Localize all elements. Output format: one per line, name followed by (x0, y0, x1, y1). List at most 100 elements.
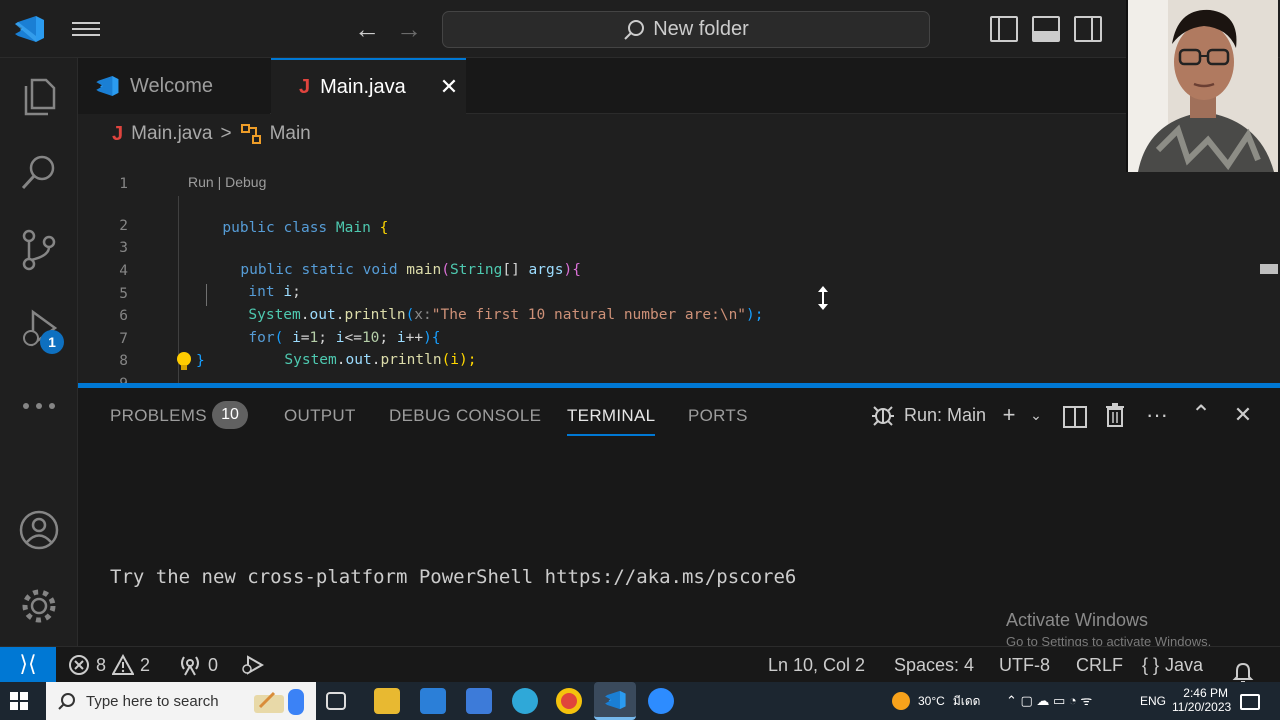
search-sidebar-icon[interactable] (0, 142, 78, 202)
tab-welcome[interactable]: Welcome (78, 58, 270, 114)
ports-status[interactable]: 0 (178, 647, 218, 683)
encoding-setting[interactable]: UTF-8 (999, 647, 1050, 683)
more-views-icon[interactable] (0, 376, 78, 436)
tab-output[interactable]: OUTPUT (284, 406, 356, 426)
back-arrow-icon[interactable]: ← (352, 14, 382, 44)
tab-label: Main.java (320, 75, 406, 98)
warning-icon (112, 654, 135, 675)
search-highlight-icon (254, 689, 304, 715)
split-terminal-icon[interactable] (1063, 404, 1087, 430)
indentation-setting[interactable]: Spaces: 4 (894, 647, 974, 683)
vscode-logo-icon[interactable] (12, 14, 46, 44)
java-file-icon: J (112, 122, 124, 145)
code-line[interactable]: 8 System.out.println(); (78, 328, 1258, 369)
source-control-icon[interactable] (0, 220, 78, 280)
lightbulb-icon[interactable] (174, 351, 194, 373)
problems-count-badge: 10 (212, 401, 248, 429)
error-count: 8 (96, 655, 107, 675)
windows-start-icon[interactable] (10, 692, 28, 710)
explorer-icon[interactable] (0, 66, 78, 126)
toggle-panel-icon[interactable] (1032, 16, 1060, 42)
store-icon[interactable] (466, 688, 492, 714)
terminal-output[interactable]: Try the new cross-platform PowerShell ht… (110, 566, 796, 588)
mail-icon[interactable] (420, 688, 446, 714)
breadcrumb-separator: > (220, 123, 232, 144)
language-label: Java (1165, 655, 1204, 675)
notification-center-icon[interactable] (1240, 694, 1260, 710)
code-line[interactable]: 1 public class Main { (78, 151, 1258, 236)
tray-icons[interactable]: ⌃ ▢ ☁ ▭ ◔ ᯤ (1006, 682, 1092, 720)
problems-status[interactable]: 8 2 (68, 647, 150, 683)
code-line[interactable]: 4 System.out.println(x:"The first 10 nat… (78, 238, 1258, 323)
tab-terminal[interactable]: TERMINAL (567, 406, 656, 436)
tab-label: Welcome (130, 74, 213, 97)
vscode-taskbar-icon[interactable] (594, 682, 636, 720)
search-icon (624, 19, 645, 40)
tab-problems[interactable]: PROBLEMS (110, 406, 207, 426)
webcam-overlay (1126, 0, 1278, 172)
run-debug-status-icon[interactable] (240, 647, 264, 683)
minimap-slider[interactable] (1260, 264, 1278, 274)
settings-gear-icon[interactable] (0, 576, 78, 636)
toggle-secondary-sidebar-icon[interactable] (1074, 16, 1102, 42)
new-terminal-plus-icon[interactable]: + (996, 402, 1022, 428)
resize-cursor-icon (818, 286, 828, 310)
weather-widget[interactable]: 30°C มีเดด (892, 682, 980, 720)
tab-debug-console[interactable]: DEBUG CONSOLE (389, 406, 541, 426)
toggle-sidebar-icon[interactable] (990, 16, 1018, 42)
editor-tabs: Welcome J Main.java ✕ (78, 58, 1126, 114)
clock-date: 11/20/2023 (1172, 700, 1232, 714)
close-tab-icon[interactable]: ✕ (440, 74, 458, 100)
menu-hamburger-icon[interactable] (72, 18, 102, 40)
breadcrumb-symbol[interactable]: Main (270, 123, 311, 145)
more-actions-icon[interactable]: ··· (1144, 402, 1170, 428)
tab-ports[interactable]: PORTS (688, 406, 748, 426)
chrome-browser-icon[interactable] (556, 688, 582, 714)
bottom-panel: PROBLEMS 10 OUTPUT DEBUG CONSOLE TERMINA… (78, 388, 1280, 649)
clock-time: 2:46 PM (1183, 686, 1228, 700)
activity-bar: 1 (0, 58, 78, 646)
broadcast-icon (181, 656, 199, 676)
cursor-position[interactable]: Ln 10, Col 2 (768, 647, 865, 683)
vscode-logo-icon (96, 76, 119, 96)
title-bar: ← → New folder (0, 0, 1280, 58)
breadcrumb-file[interactable]: Main.java (131, 123, 212, 145)
code-editor[interactable]: 1 public class Main { Run | Debug 2 publ… (78, 148, 1258, 386)
weather-desc: มีเดด (952, 694, 981, 708)
language-mode[interactable]: { } Java (1142, 647, 1203, 683)
input-language[interactable]: ENG (1140, 682, 1166, 720)
forward-arrow-icon[interactable]: → (394, 14, 424, 44)
close-panel-icon[interactable]: ✕ (1230, 402, 1256, 428)
terminal-selector[interactable]: Run: Main (870, 402, 986, 428)
class-symbol-icon (240, 124, 261, 144)
file-explorer-icon[interactable] (374, 688, 400, 714)
eol-setting[interactable]: CRLF (1076, 647, 1123, 683)
zoom-icon[interactable] (648, 688, 674, 714)
taskbar-search-placeholder: Type here to search (86, 692, 219, 710)
code-line[interactable]: 9 (78, 351, 1258, 386)
codelens-run-debug[interactable]: Run | Debug (188, 174, 266, 190)
task-view-icon[interactable] (326, 692, 346, 710)
code-line[interactable]: 7 } (78, 306, 1258, 369)
code-line[interactable]: 3 int i; (78, 215, 1258, 300)
code-line[interactable]: 2 public static void main(String[] args)… (78, 193, 1258, 278)
code-line[interactable]: 6 System.out.println(i); (78, 283, 1258, 368)
edge-browser-icon[interactable] (512, 688, 538, 714)
java-file-icon: J (299, 75, 311, 98)
maximize-panel-chevron-up-icon[interactable]: ⌃ (1188, 402, 1214, 428)
taskbar-search[interactable]: Type here to search (46, 682, 316, 720)
weather-temp: 30°C (918, 694, 945, 708)
trash-icon[interactable] (1105, 402, 1125, 428)
remote-indicator-icon[interactable]: ⟩⟨ (0, 647, 56, 683)
run-and-debug-icon[interactable] (0, 298, 78, 358)
code-line[interactable]: 5 for( i=1; i<=10; i++){ (78, 261, 1258, 346)
tab-main-java[interactable]: J Main.java ✕ (271, 58, 466, 114)
ports-count: 0 (208, 655, 219, 675)
command-center-search[interactable]: New folder (442, 11, 930, 48)
sun-icon (892, 692, 910, 710)
breadcrumb: J Main.java > Main (112, 120, 311, 148)
accounts-icon[interactable] (0, 500, 78, 560)
chevron-down-icon[interactable]: ⌄ (1026, 402, 1046, 428)
clock[interactable]: 2:46 PM 11/20/2023 (1172, 686, 1232, 720)
search-icon (58, 693, 75, 710)
